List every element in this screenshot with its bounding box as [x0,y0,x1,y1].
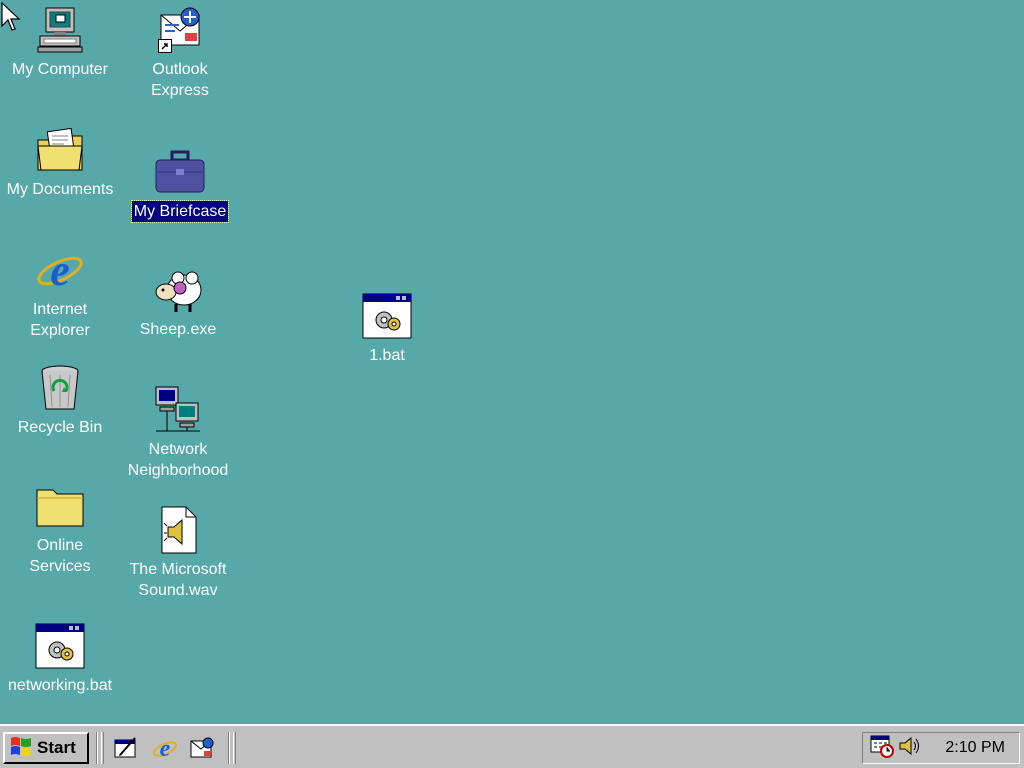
folder-icon [34,480,86,532]
mouse-pointer-icon [1,1,21,37]
quick-launch-grip[interactable] [101,732,104,764]
desktop-icon-microsoft-sound[interactable]: The Microsoft Sound.wav [120,504,236,601]
desktop-icon-my-documents[interactable]: My Documents [2,124,118,200]
desktop-icon-label: My Documents [6,181,114,198]
system-tray: 2:10 PM [862,732,1020,764]
start-button[interactable]: Start [3,732,89,764]
desktop-icon-online-services[interactable]: Online Services [2,480,118,577]
svg-text:e: e [160,736,171,761]
show-desktop-icon[interactable] [112,735,140,761]
desktop-icon-label: My Computer [11,61,109,78]
desktop-icon-label: My Briefcase [130,200,230,223]
desktop[interactable]: My Computer Outlook Express My Documents… [0,0,1024,724]
folder-documents-icon [34,124,86,176]
desktop-icon-1-bat[interactable]: 1.bat [329,290,445,366]
batch-file-icon [361,290,413,342]
desktop-icon-recycle-bin[interactable]: Recycle Bin [2,362,118,438]
desktop-icon-network-neighborhood[interactable]: Network Neighborhood [120,384,236,481]
desktop-icon-networking-bat[interactable]: networking.bat [2,620,118,696]
internet-explorer-icon[interactable]: e [151,735,179,761]
internet-explorer-icon: e [34,244,86,296]
taskbar: Start e 2:10 PM [0,724,1024,768]
volume-icon[interactable] [897,734,921,763]
desktop-icon-label: The Microsoft Sound.wav [129,561,227,599]
desktop-icon-my-briefcase[interactable]: My Briefcase [122,146,238,223]
svg-text:e: e [50,246,70,295]
start-label: Start [37,738,76,757]
desktop-icon-label: Sheep.exe [139,321,217,338]
recycle-bin-icon [34,362,86,414]
my-computer-icon [34,4,86,56]
taskbar-separator [228,732,230,764]
outlook-express-icon[interactable] [188,735,216,761]
network-neighborhood-icon [152,384,204,436]
desktop-icon-label: Recycle Bin [17,419,103,436]
desktop-icon-label: 1.bat [369,347,405,364]
windows-logo-icon [9,735,33,762]
outlook-express-icon [154,4,206,56]
shortcut-arrow-icon [158,39,172,53]
clock[interactable]: 2:10 PM [945,739,1005,757]
desktop-icon-label: Online Services [29,537,91,575]
sheep-icon [152,264,204,316]
taskbar-separator [96,732,98,764]
desktop-icon-outlook-express[interactable]: Outlook Express [122,4,238,101]
batch-file-icon [34,620,86,672]
desktop-icon-label: networking.bat [7,677,113,694]
desktop-icon-label: Outlook Express [151,61,209,99]
taskbar-grip[interactable] [233,732,236,764]
sound-file-icon [152,504,204,556]
briefcase-icon [154,146,206,198]
desktop-icon-label: Network Neighborhood [127,441,229,479]
desktop-icon-internet-explorer[interactable]: e Internet Explorer [2,244,118,341]
desktop-icon-label: Internet Explorer [30,301,90,339]
desktop-icon-sheep[interactable]: Sheep.exe [120,264,236,340]
task-scheduler-icon[interactable] [869,734,895,763]
